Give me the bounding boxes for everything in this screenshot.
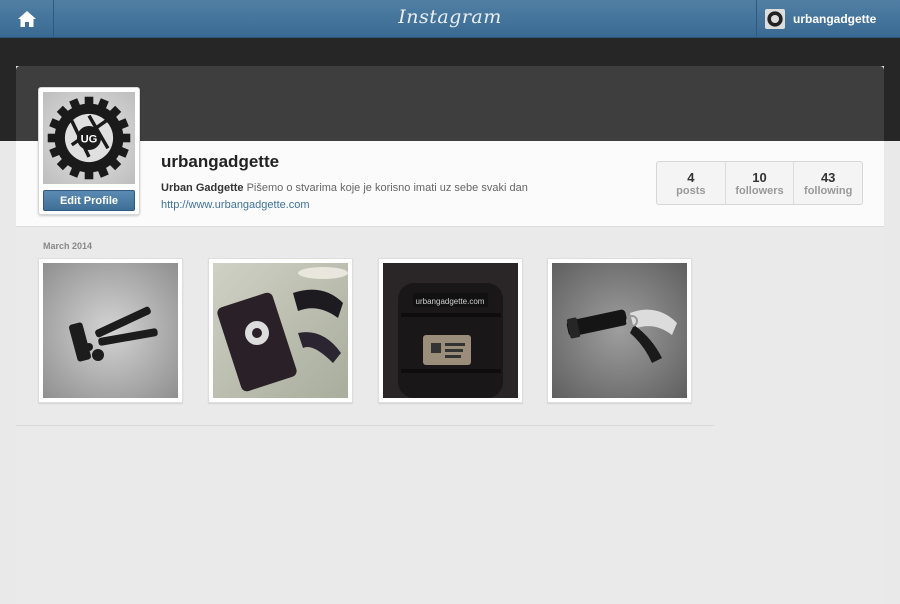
profile-bio: Urban Gadgette Pišemo o stvarima koje je…	[161, 182, 528, 194]
stat-posts[interactable]: 4 posts	[657, 162, 726, 204]
month-heading: March 2014	[43, 241, 93, 251]
avatar: UG	[43, 92, 135, 184]
stat-followers[interactable]: 10 followers	[726, 162, 795, 204]
edit-profile-button[interactable]: Edit Profile	[43, 190, 135, 211]
backpack-photo: urbangadgette.com	[383, 263, 518, 398]
top-navbar: Instagram urbangadgette	[0, 0, 900, 38]
photo-tile-flashlight[interactable]	[547, 258, 692, 403]
profile-website-link[interactable]: http://www.urbangadgette.com	[161, 199, 310, 211]
stat-following-count: 43	[820, 169, 836, 185]
stat-posts-count: 4	[687, 169, 695, 185]
photo-tile-multitool[interactable]	[38, 258, 183, 403]
backpack-patch-text: urbangadgette.com	[416, 297, 485, 306]
profile-header	[16, 66, 884, 141]
gear-logo-icon: UG	[47, 96, 131, 180]
avatar-text: UG	[81, 133, 98, 145]
feed-divider	[16, 425, 714, 426]
profile-username: urbangadgette	[161, 152, 280, 171]
flashlight-knife-photo	[552, 263, 687, 398]
photo-tile-backpack[interactable]: urbangadgette.com	[378, 258, 523, 403]
user-avatar-icon	[765, 9, 785, 29]
profile-stats: 4 posts 10 followers 43 following	[656, 161, 863, 205]
phone-photo	[213, 263, 348, 398]
profile-card: UG Edit Profile urbangadgette Urban Gadg…	[16, 66, 884, 604]
multitool-photo	[43, 263, 178, 398]
stat-posts-label: posts	[676, 184, 706, 197]
stat-followers-label: followers	[735, 184, 784, 197]
stat-followers-count: 10	[752, 169, 767, 185]
profile-full-name: Urban Gadgette	[161, 182, 244, 194]
user-menu-username: urbangadgette	[793, 12, 877, 26]
profile-bio-text: Pišemo o stvarima koje je korisno imati …	[246, 182, 528, 194]
profile-avatar-frame: UG Edit Profile	[38, 87, 140, 215]
stat-following[interactable]: 43 following	[794, 162, 862, 204]
stat-following-label: following	[804, 184, 853, 197]
photo-tile-phone[interactable]	[208, 258, 353, 403]
user-menu-button[interactable]: urbangadgette	[756, 0, 884, 38]
